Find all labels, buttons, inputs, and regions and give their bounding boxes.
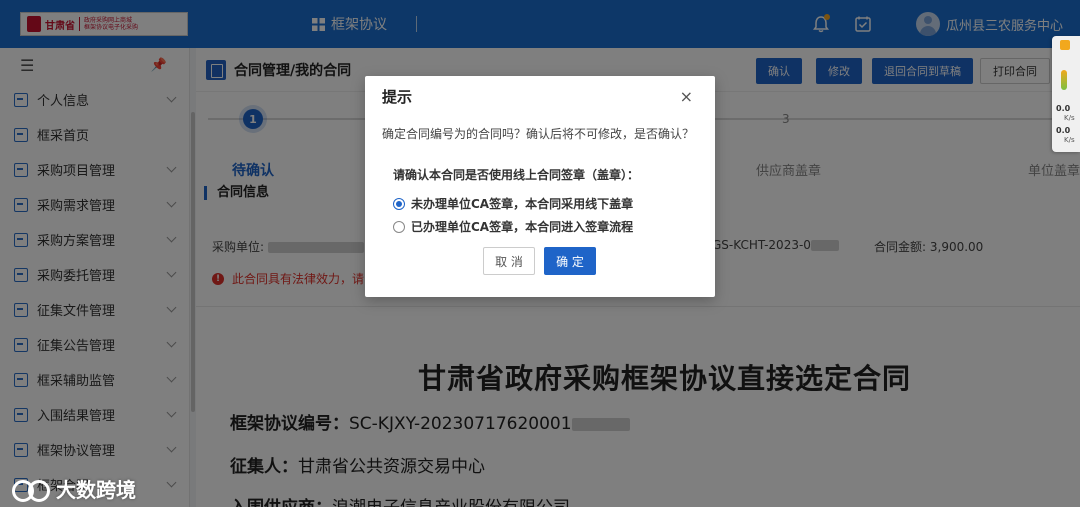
- radio-online-seal[interactable]: [393, 220, 405, 233]
- close-icon[interactable]: ×: [680, 87, 693, 106]
- upload-speed: 0.0: [1056, 104, 1071, 113]
- watermark: 大数跨境: [10, 474, 136, 503]
- cancel-button[interactable]: 取 消: [483, 247, 535, 275]
- download-speed: 0.0: [1056, 126, 1071, 135]
- ok-button[interactable]: 确 定: [544, 247, 596, 275]
- radio-offline-seal[interactable]: [393, 197, 405, 210]
- confirm-dialog: 提示 × 确定合同编号为的合同吗？确认后将不可修改，是否确认？ 请确认本合同是否…: [365, 76, 715, 297]
- network-speed-widget[interactable]: 0.0 K/s 0.0 K/s: [1052, 36, 1080, 152]
- dialog-title: 提示: [382, 88, 413, 106]
- shield-icon: [1060, 40, 1070, 50]
- option-online-seal[interactable]: 已办理单位CA签章，本合同进入签章流程: [393, 218, 633, 235]
- option-offline-seal[interactable]: 未办理单位CA签章，本合同采用线下盖章: [393, 195, 633, 212]
- dialog-message: 确定合同编号为的合同吗？确认后将不可修改，是否确认？: [382, 127, 695, 141]
- load-bar: [1061, 70, 1067, 90]
- seal-question: 请确认本合同是否使用线上合同签章（盖章）：: [393, 168, 640, 182]
- watermark-logo-icon: [10, 478, 50, 502]
